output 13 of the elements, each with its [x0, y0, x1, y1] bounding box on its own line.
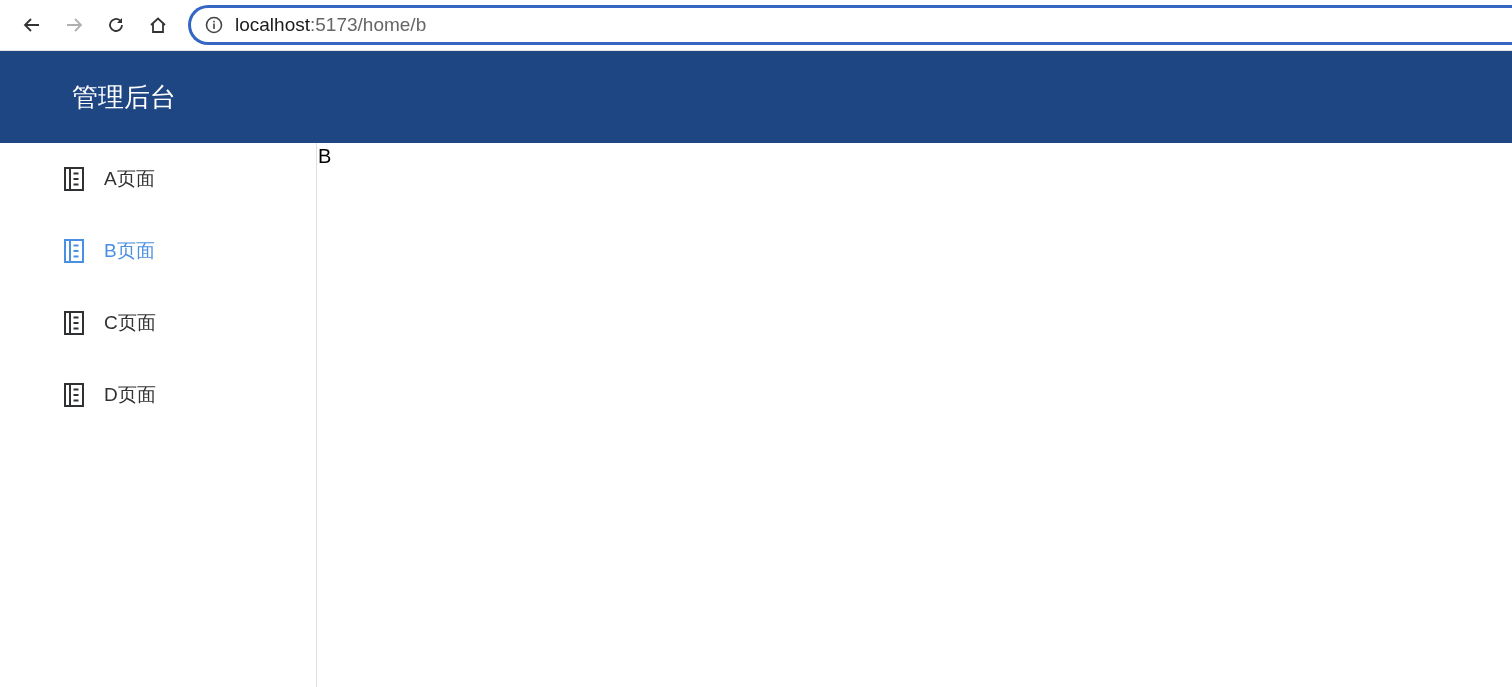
document-icon — [64, 311, 84, 335]
document-icon — [64, 167, 84, 191]
document-icon — [64, 239, 84, 263]
menu-item[interactable]: C页面 — [0, 287, 316, 359]
app-title: 管理后台 — [72, 80, 176, 114]
menu-item[interactable]: A页面 — [0, 143, 316, 215]
page-content-text: B — [318, 145, 332, 168]
address-bar[interactable]: localhost:5173/home/b — [188, 5, 1512, 45]
info-icon[interactable] — [205, 16, 223, 34]
document-icon — [64, 383, 84, 407]
reload-icon — [106, 15, 126, 35]
home-icon — [148, 15, 168, 35]
menu-item[interactable]: D页面 — [0, 359, 316, 431]
